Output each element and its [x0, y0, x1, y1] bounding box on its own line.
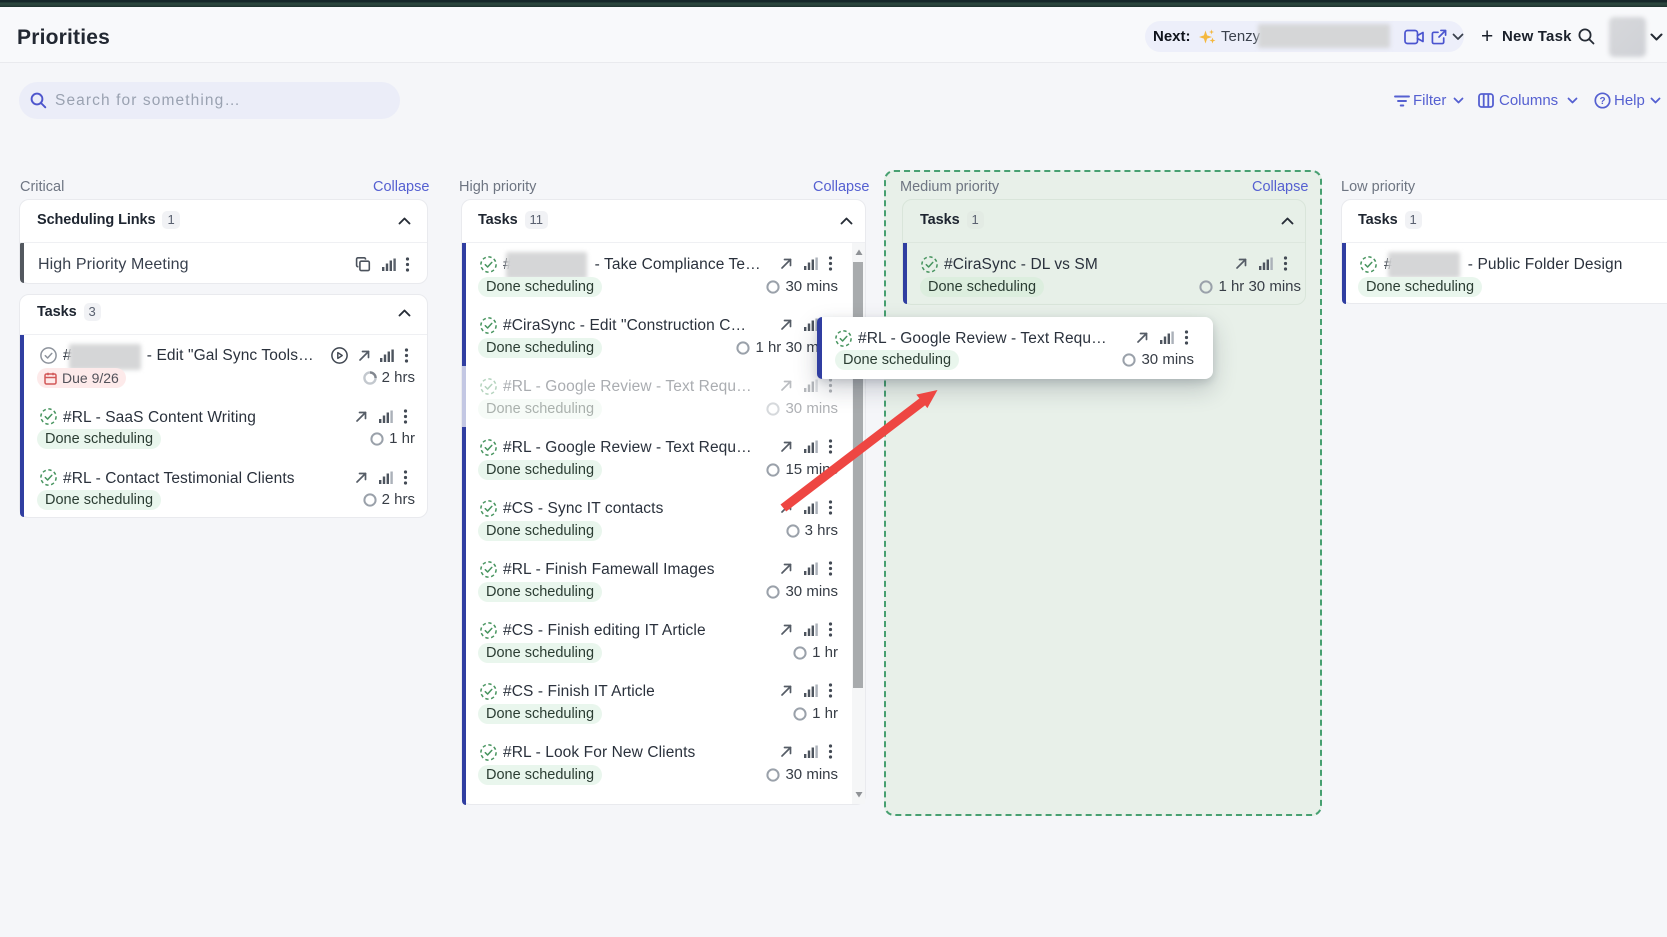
svg-text:?: ?: [1599, 96, 1605, 107]
